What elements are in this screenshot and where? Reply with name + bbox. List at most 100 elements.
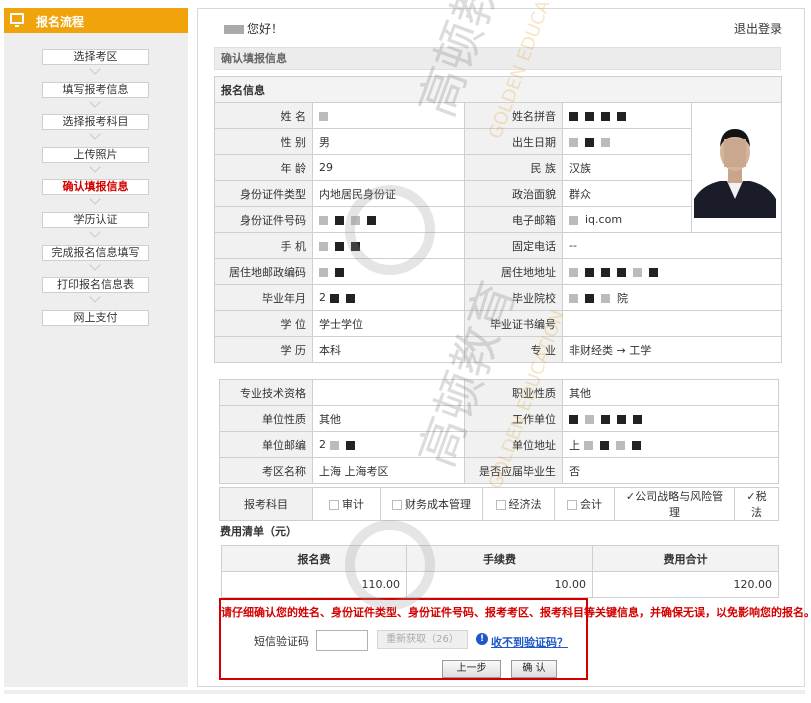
unitaddr-label: 单位地址 xyxy=(464,431,563,458)
phone-label: 固定电话 xyxy=(464,232,563,259)
footer-divider xyxy=(4,690,805,694)
birth-label: 出生日期 xyxy=(464,128,563,155)
confirm-button[interactable]: 确 认 xyxy=(511,660,557,678)
freshgrad-label: 是否应届毕业生 xyxy=(464,457,563,484)
gender-value: 男 xyxy=(312,128,465,155)
mobile-label: 手 机 xyxy=(214,232,313,259)
education-value: 本科 xyxy=(312,336,465,363)
phone-value: -- xyxy=(561,232,783,259)
certno-value xyxy=(561,310,783,337)
address-label: 居住地地址 xyxy=(464,258,563,285)
resend-code-button[interactable]: 重新获取（26） xyxy=(377,630,468,649)
info-icon: ! xyxy=(476,633,488,645)
sms-code-input[interactable] xyxy=(316,630,368,651)
subject-option: ✓公司战略与风险管理 xyxy=(614,487,735,521)
sidebar-step-5[interactable]: 确认填报信息 xyxy=(42,179,149,195)
idno-label: 身份证件号码 xyxy=(214,206,313,233)
subject-name: 经济法 xyxy=(508,498,542,511)
previous-step-button[interactable]: 上一步 xyxy=(442,660,501,678)
sidebar-step-4[interactable]: 上传照片 xyxy=(42,147,149,163)
unitpost-value: 2 xyxy=(312,431,465,458)
certno-label: 毕业证书编号 xyxy=(464,310,563,337)
sidebar xyxy=(4,8,188,687)
age-value: 29 xyxy=(312,154,465,181)
sidebar-step-1[interactable]: 选择考区 xyxy=(42,49,149,65)
confirmation-notice: 请仔细确认您的姓名、身份证件类型、身份证件号码、报考考区、报考科目等关键信息，并… xyxy=(221,606,811,619)
idtype-value: 内地居民身份证 xyxy=(312,180,465,207)
ethnicity-value: 汉族 xyxy=(562,154,692,181)
checkbox-icon xyxy=(495,500,506,510)
no-code-help-link[interactable]: 收不到验证码？ xyxy=(491,634,568,650)
unitaddr-prefix: 上 xyxy=(569,438,580,452)
greeting-text: 您好！ xyxy=(247,22,284,36)
region-value: 上海 上海考区 xyxy=(312,457,465,484)
sidebar-step-7[interactable]: 完成报名信息填写 xyxy=(42,245,149,261)
political-value: 群众 xyxy=(562,180,692,207)
school-value: 院 xyxy=(561,284,783,311)
subjects-label: 报考科目 xyxy=(219,487,313,521)
education-label: 学 历 xyxy=(214,336,313,363)
greeting: 您好！ xyxy=(224,20,283,37)
unitnature-label: 单位性质 xyxy=(219,405,313,432)
techqual-value xyxy=(312,379,465,406)
jobnature-value: 其他 xyxy=(562,379,779,406)
subject-name: 审计 xyxy=(342,498,364,511)
degree-label: 学 位 xyxy=(214,310,313,337)
subject-name: 会计 xyxy=(580,498,602,511)
fee-header-registration: 报名费 xyxy=(221,545,407,572)
logout-link[interactable]: 退出登录 xyxy=(734,20,782,37)
email-label: 电子邮箱 xyxy=(464,206,563,233)
fees-heading: 费用清单（元） xyxy=(220,525,297,538)
sidebar-step-6[interactable]: 学历认证 xyxy=(42,212,149,228)
address-value xyxy=(561,258,783,285)
fee-header-handling: 手续费 xyxy=(406,545,593,572)
subject-option: ✓税法 xyxy=(734,487,779,521)
email-value: iq.com xyxy=(562,206,692,233)
sidebar-header: 报名流程 xyxy=(4,8,188,33)
idtype-label: 身份证件类型 xyxy=(214,180,313,207)
major-label: 专 业 xyxy=(464,336,563,363)
unitpost-label: 单位邮编 xyxy=(219,431,313,458)
subject-option: 财务成本管理 xyxy=(380,487,483,521)
postcode-value xyxy=(312,258,465,285)
school-label: 毕业院校 xyxy=(464,284,563,311)
birth-value xyxy=(562,128,692,155)
work-info-table: 专业技术资格 职业性质 其他 单位性质 其他 工作单位 单位邮编 2 单位地址 … xyxy=(219,379,779,484)
name-value xyxy=(312,102,465,129)
fee-registration: 110.00 xyxy=(221,571,407,598)
political-label: 政治面貌 xyxy=(464,180,563,207)
school-suffix: 院 xyxy=(617,291,628,305)
fee-header-total: 费用合计 xyxy=(592,545,779,572)
sidebar-step-3[interactable]: 选择报考科目 xyxy=(42,114,149,130)
sms-code-label: 短信验证码 xyxy=(254,635,309,648)
fee-total: 120.00 xyxy=(592,571,779,598)
fee-handling: 10.00 xyxy=(406,571,593,598)
jobnature-label: 职业性质 xyxy=(464,379,563,406)
fees-table: 报名费 手续费 费用合计 110.00 10.00 120.00 xyxy=(221,545,779,598)
page-title: 确认填报信息 xyxy=(214,47,781,70)
sidebar-step-8[interactable]: 打印报名信息表 xyxy=(42,277,149,293)
applicant-photo xyxy=(694,107,776,218)
sidebar-step-2[interactable]: 填写报考信息 xyxy=(42,82,149,98)
postcode-label: 居住地邮政编码 xyxy=(214,258,313,285)
ethnicity-label: 民 族 xyxy=(464,154,563,181)
subject-option: 会计 xyxy=(554,487,615,521)
subject-name: 公司战略与风险管理 xyxy=(635,490,724,519)
subject-option: 经济法 xyxy=(482,487,555,521)
subject-name: 财务成本管理 xyxy=(405,498,471,511)
gradyear-value: 2 xyxy=(312,284,465,311)
name-label: 姓 名 xyxy=(214,102,313,129)
sidebar-title: 报名流程 xyxy=(36,15,85,29)
major-value: 非财经类 → 工学 xyxy=(561,336,783,363)
info-heading: 报名信息 xyxy=(213,76,783,103)
monitor-icon xyxy=(10,13,24,27)
techqual-label: 专业技术资格 xyxy=(219,379,313,406)
idno-value xyxy=(312,206,465,233)
unitpost-prefix: 2 xyxy=(319,438,326,451)
employer-value xyxy=(562,405,779,432)
pinyin-label: 姓名拼音 xyxy=(464,102,563,129)
employer-label: 工作单位 xyxy=(464,405,563,432)
gradyear-prefix: 2 xyxy=(319,291,326,304)
sidebar-step-9[interactable]: 网上支付 xyxy=(42,310,149,326)
email-suffix: iq.com xyxy=(585,213,623,226)
